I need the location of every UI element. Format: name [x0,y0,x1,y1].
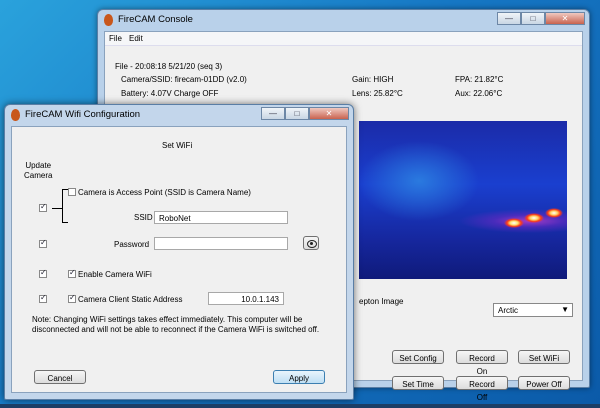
gain-value: Gain: HIGH [352,75,394,84]
file-line: File - 20:08:18 5/21/20 (seq 3) [115,62,223,71]
set-time-button[interactable]: Set Time [392,376,444,390]
enable-wifi-checkbox[interactable] [68,268,76,278]
battery-status: Battery: 4.07V Charge OFF [121,89,219,98]
menu-bar: File Edit [105,32,582,46]
wifi-client: Set WiFi Update Camera Camera is Access … [11,126,347,393]
cancel-button[interactable]: Cancel [34,370,86,384]
thermal-image [359,121,567,279]
static-address-label: Camera Client Static Address [78,295,183,304]
minimize-icon[interactable]: — [261,107,285,120]
enable-wifi-label: Enable Camera WiFi [78,270,152,279]
camera-ssid: Camera/SSID: firecam-01DD (v2.0) [121,75,247,84]
maximize-icon[interactable]: □ [285,107,309,120]
wifi-note: Note: Changing WiFi settings takes effec… [32,315,320,334]
palette-select[interactable]: Arctic ▼ [493,303,573,317]
power-off-button[interactable]: Power Off [518,376,570,390]
menu-edit[interactable]: Edit [129,34,143,43]
update-ap-ssid-checkbox[interactable] [39,202,47,212]
fpa-temp: FPA: 21.82°C [455,75,504,84]
console-title: FireCAM Console [118,14,193,25]
password-label: Password [114,240,150,249]
palette-value: Arctic [498,306,518,315]
ssid-input[interactable]: RoboNet [154,211,288,224]
ssid-label: SSID [134,213,153,222]
lens-temp: Lens: 25.82°C [352,89,403,98]
image-caption: epton Image [359,297,404,306]
flame-icon [104,14,113,26]
show-password-button[interactable] [303,236,319,250]
update-password-checkbox[interactable] [39,238,47,248]
static-address-checkbox[interactable] [68,293,76,303]
taskbar [0,404,600,408]
wifi-title: FireCAM Wifi Configuration [25,109,141,120]
minimize-icon[interactable]: — [497,12,521,25]
static-address-input[interactable]: 10.0.1.143 [208,292,284,305]
bracket-bottom [62,222,68,223]
wifi-config-window: FireCAM Wifi Configuration — □ ✕ Set WiF… [4,104,354,400]
password-input[interactable] [154,237,288,250]
access-point-label: Camera is Access Point (SSID is Camera N… [78,188,251,197]
aux-temp: Aux: 22.06°C [455,89,503,98]
wifi-titlebar[interactable]: FireCAM Wifi Configuration — □ ✕ [5,105,353,125]
dropdown-arrow-icon: ▼ [561,305,569,314]
update-static-address-checkbox[interactable] [39,293,47,303]
menu-file[interactable]: File [109,34,122,43]
maximize-icon[interactable]: □ [521,12,545,25]
record-on-button[interactable]: Record On [456,350,508,376]
update-camera-heading: Update Camera [24,161,53,180]
set-wifi-button[interactable]: Set WiFi [518,350,570,364]
flame-icon [11,109,20,121]
close-icon[interactable]: ✕ [309,107,349,120]
bracket-line [52,208,62,209]
record-off-button[interactable]: Record Off [456,376,508,402]
set-config-button[interactable]: Set Config [392,350,444,364]
eye-icon [307,240,317,248]
console-window-controls: — □ ✕ [497,12,585,25]
console-titlebar[interactable]: FireCAM Console — □ ✕ [98,10,589,30]
close-icon[interactable]: ✕ [545,12,585,25]
wifi-header: Set WiFi [162,141,193,150]
access-point-checkbox[interactable] [68,188,76,196]
update-enable-wifi-checkbox[interactable] [39,268,47,278]
bracket [62,189,63,223]
apply-button[interactable]: Apply [273,370,325,384]
wifi-window-controls: — □ ✕ [261,107,349,120]
